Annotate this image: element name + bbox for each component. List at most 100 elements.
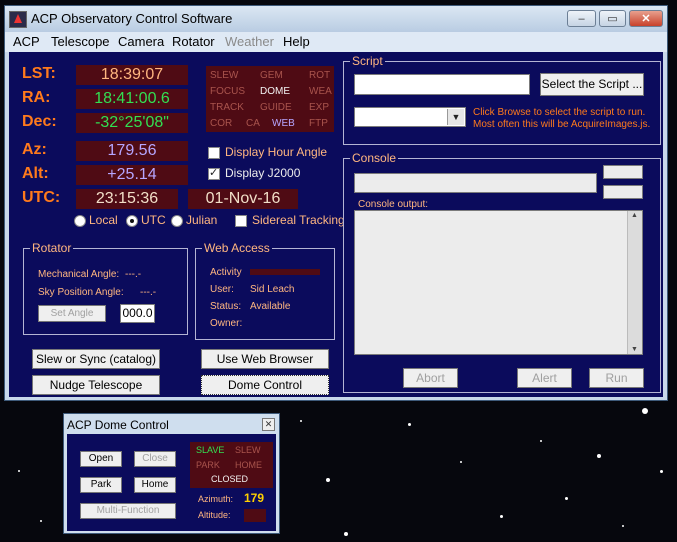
status-cor: COR xyxy=(210,118,233,129)
console-scrollbar[interactable]: ▲ ▼ xyxy=(627,211,642,354)
close-button[interactable]: ✕ xyxy=(629,10,663,27)
script-dropdown[interactable]: ▼ xyxy=(354,107,466,127)
user-value: Sid Leach xyxy=(250,284,295,295)
azimuth-label: Azimuth: xyxy=(198,494,234,504)
console-input[interactable] xyxy=(354,173,597,193)
sidereal-checkbox[interactable] xyxy=(235,215,247,227)
az-label: Az: xyxy=(22,141,47,158)
dome-client-area: Open Close Park Home Multi-Function SLAV… xyxy=(67,434,276,531)
web-access-group: Web Access Activity User: Sid Leach Stat… xyxy=(195,241,335,340)
multi-function-button[interactable]: Multi-Function xyxy=(80,503,176,519)
az-value: 179.56 xyxy=(76,141,188,161)
dome-close-button[interactable]: Close xyxy=(134,451,176,467)
utc-radio[interactable] xyxy=(126,215,138,227)
dome-status-home: HOME xyxy=(235,460,262,470)
status-slew: SLEW xyxy=(210,70,239,81)
console-field-1 xyxy=(603,165,643,179)
dome-open-button[interactable]: Open xyxy=(80,451,122,467)
script-group: Script Select the Script ... ▼ Click Bro… xyxy=(343,54,661,145)
status-dome: DOME xyxy=(260,86,290,97)
dome-status-panel: SLAVE SLEW PARK HOME CLOSED xyxy=(190,442,273,488)
menu-help[interactable]: Help xyxy=(283,34,310,49)
status-focus: FOCUS xyxy=(210,86,245,97)
ra-label: RA: xyxy=(22,89,51,106)
dome-status-slave: SLAVE xyxy=(196,445,225,455)
status-wea: WEA xyxy=(309,86,332,97)
julian-radio[interactable] xyxy=(171,215,183,227)
set-angle-button[interactable]: Set Angle xyxy=(38,305,106,322)
menu-weather[interactable]: Weather xyxy=(225,34,274,49)
abort-button[interactable]: Abort xyxy=(403,368,458,388)
local-radio[interactable] xyxy=(74,215,86,227)
status-track: TRACK xyxy=(210,102,244,113)
chevron-down-icon[interactable]: ▼ xyxy=(447,109,464,125)
status-web: WEB xyxy=(272,118,295,129)
lst-label: LST: xyxy=(22,65,56,82)
sky-position-angle-label: Sky Position Angle: xyxy=(38,287,124,298)
lst-value: 18:39:07 xyxy=(76,65,188,85)
dome-close-icon[interactable]: ✕ xyxy=(262,418,275,431)
scroll-down-icon[interactable]: ▼ xyxy=(631,346,638,353)
console-output[interactable]: ▲ ▼ xyxy=(354,210,643,355)
menu-telescope[interactable]: Telescope xyxy=(51,34,110,49)
script-title: Script xyxy=(350,54,385,68)
azimuth-value: 179 xyxy=(244,491,265,505)
menu-camera[interactable]: Camera xyxy=(118,34,164,49)
alt-label: Alt: xyxy=(22,165,49,182)
dome-park-button[interactable]: Park xyxy=(80,477,122,493)
hour-angle-checkbox[interactable] xyxy=(208,147,220,159)
j2000-label: Display J2000 xyxy=(225,166,301,180)
utc-value: 23:15:36 xyxy=(76,189,178,209)
run-button[interactable]: Run xyxy=(589,368,644,388)
altitude-value xyxy=(244,509,266,522)
window-title: ACP Observatory Control Software xyxy=(31,11,233,26)
local-label: Local xyxy=(89,213,118,227)
menu-rotator[interactable]: Rotator xyxy=(172,34,215,49)
alt-value: +25.14 xyxy=(76,165,188,185)
status-exp: EXP xyxy=(309,102,330,113)
j2000-checkbox[interactable] xyxy=(208,166,220,180)
select-script-button[interactable]: Select the Script ... xyxy=(540,73,644,96)
dome-status-slew: SLEW xyxy=(235,445,261,455)
script-hint: Click Browse to select the script to run… xyxy=(473,107,646,118)
script-path-input[interactable] xyxy=(354,74,530,95)
dome-control-button[interactable]: Dome Control xyxy=(201,375,329,395)
dome-home-button[interactable]: Home xyxy=(134,477,176,493)
main-client-area: LST: 18:39:07 RA: 18:41:00.6 Dec: -32°25… xyxy=(9,52,663,397)
console-field-2 xyxy=(603,185,643,199)
status-gem: GEM xyxy=(260,70,283,81)
dome-status-park: PARK xyxy=(196,460,220,470)
angle-input[interactable]: 000.0 xyxy=(120,304,155,323)
main-window: ACP Observatory Control Software – ▭ ✕ A… xyxy=(4,5,668,401)
sidereal-label: Sidereal Tracking xyxy=(252,213,345,227)
altitude-label: Altitude: xyxy=(198,510,231,520)
status-grid: SLEW GEM ROT FOCUS DOME WEA TRACK GUIDE … xyxy=(206,66,334,132)
activity-label: Activity xyxy=(210,267,242,278)
user-label: User: xyxy=(210,284,234,295)
dome-control-window: ACP Dome Control ✕ Open Close Park Home … xyxy=(63,413,280,534)
web-status-label: Status: xyxy=(210,301,242,312)
activity-bar xyxy=(250,269,320,275)
maximize-button[interactable]: ▭ xyxy=(599,10,626,27)
alert-button[interactable]: Alert xyxy=(517,368,572,388)
dec-value: -32°25'08" xyxy=(76,113,188,133)
rotator-group: Rotator Mechanical Angle: ---.- Sky Posi… xyxy=(23,241,188,335)
minimize-button[interactable]: – xyxy=(567,10,596,27)
web-status-value: Available xyxy=(250,301,291,312)
scroll-up-icon[interactable]: ▲ xyxy=(631,212,638,219)
script-hint-2: Most often this will be AcquireImages.js… xyxy=(473,119,651,130)
julian-label: Julian xyxy=(186,213,218,227)
utc-radio-label: UTC xyxy=(141,213,166,227)
status-guide: GUIDE xyxy=(260,102,292,113)
menu-acp[interactable]: ACP xyxy=(13,34,40,49)
nudge-telescope-button[interactable]: Nudge Telescope xyxy=(32,375,160,395)
status-ftp: FTP xyxy=(309,118,328,129)
ra-value: 18:41:00.6 xyxy=(76,89,188,109)
slew-sync-button[interactable]: Slew or Sync (catalog) xyxy=(32,349,160,369)
menu-bar: ACP Telescope Camera Rotator Weather Hel… xyxy=(5,32,667,52)
status-rot: ROT xyxy=(309,70,331,81)
use-web-browser-button[interactable]: Use Web Browser xyxy=(201,349,329,369)
title-bar[interactable]: ACP Observatory Control Software – ▭ ✕ xyxy=(5,6,667,32)
mechanical-angle-label: Mechanical Angle: xyxy=(38,269,120,280)
mechanical-angle-value: ---.- xyxy=(125,269,142,280)
